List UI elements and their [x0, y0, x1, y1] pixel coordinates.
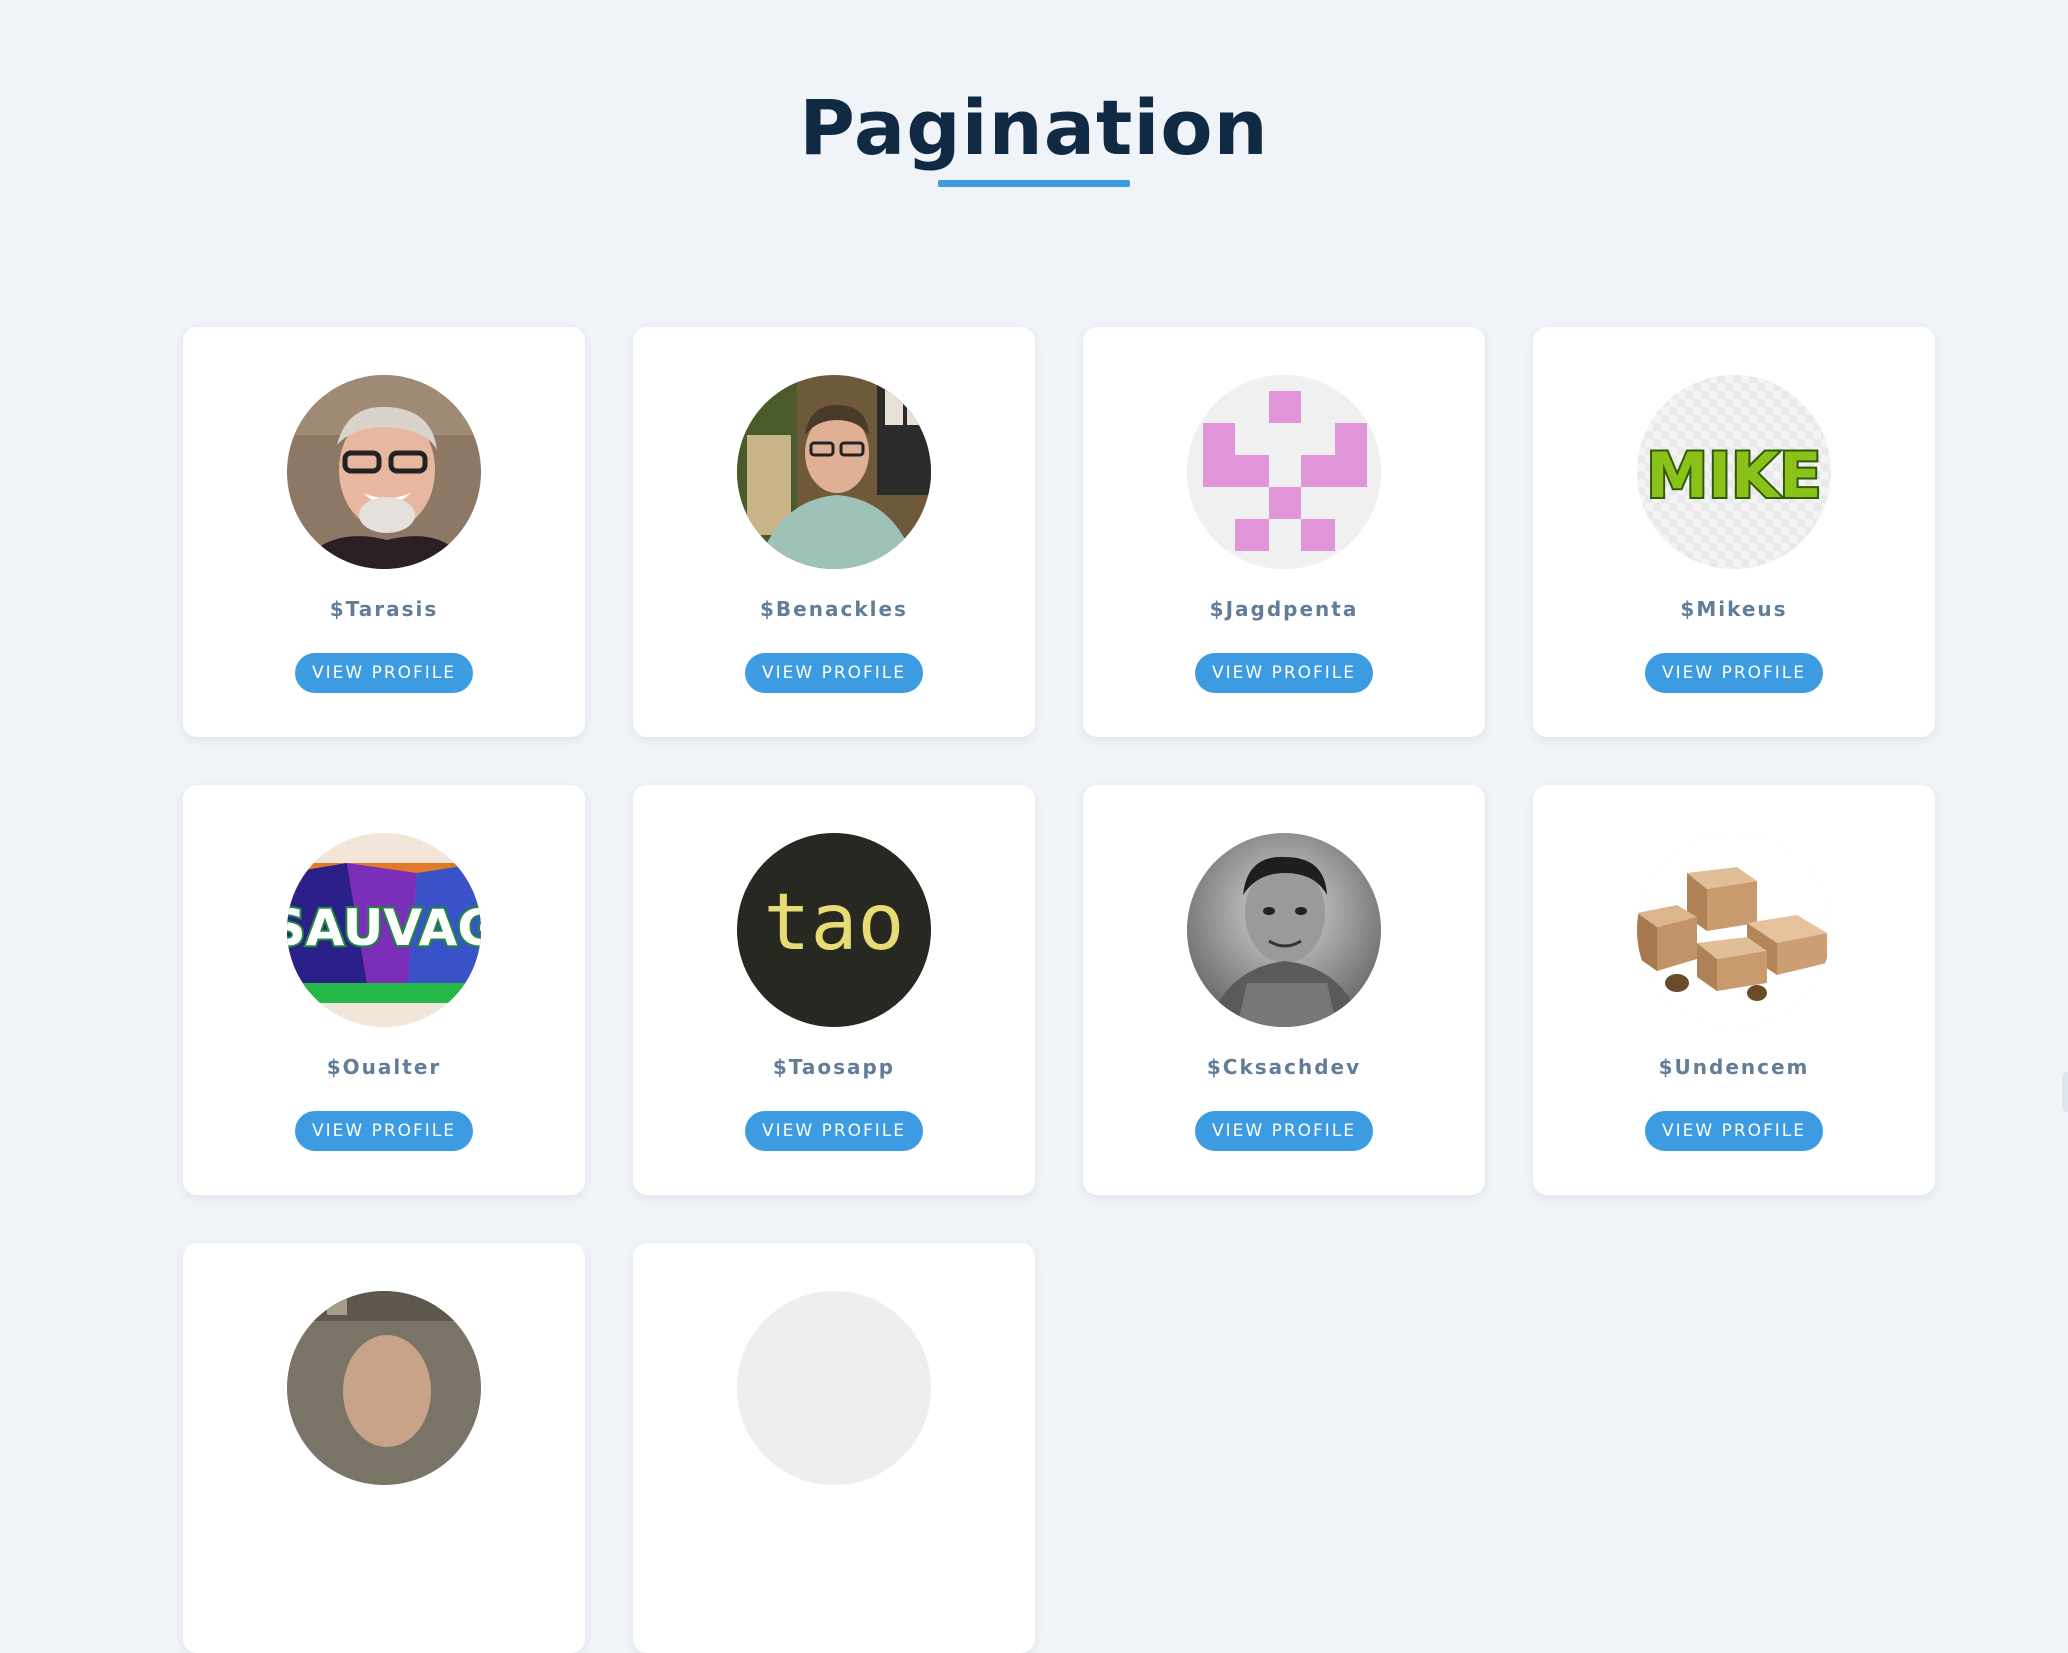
profile-card: tao $Taosapp VIEW PROFILE	[633, 785, 1035, 1195]
sauvag-graffiti-icon: SAUVAG	[287, 833, 481, 1027]
cardboard-boxes-icon	[1637, 833, 1831, 1027]
tao-text-logo-icon: tao	[737, 833, 931, 1027]
profile-card: $Undencem VIEW PROFILE	[1533, 785, 1935, 1195]
avatar	[1187, 375, 1381, 569]
profile-card: $Cksachdev VIEW PROFILE	[1083, 785, 1485, 1195]
profile-card	[183, 1243, 585, 1653]
page-header: Pagination	[0, 78, 2068, 187]
avatar	[287, 375, 481, 569]
mike-text-logo-icon: MIKE	[1637, 375, 1831, 569]
avatar: SAUVAG	[287, 833, 481, 1027]
view-profile-button[interactable]: VIEW PROFILE	[1195, 1111, 1373, 1151]
profile-card: MIKE $Mikeus VIEW PROFILE	[1533, 327, 1935, 737]
portrait-man-office-icon	[737, 375, 931, 569]
profile-grid: $Tarasis VIEW PROFILE $Benackles VIEW PR…	[183, 327, 1937, 1653]
view-profile-button[interactable]: VIEW PROFILE	[745, 1111, 923, 1151]
mike-logo-text: MIKE	[1646, 439, 1821, 512]
avatar	[287, 1291, 481, 1485]
portrait-man-grayscale-icon	[1187, 833, 1381, 1027]
view-profile-button[interactable]: VIEW PROFILE	[1645, 653, 1823, 693]
portrait-smiling-man-glasses-icon	[287, 375, 481, 569]
profile-card	[633, 1243, 1035, 1653]
view-profile-button[interactable]: VIEW PROFILE	[1195, 653, 1373, 693]
profile-card: $Jagdpenta VIEW PROFILE	[1083, 327, 1485, 737]
username: $Undencem	[1658, 1055, 1810, 1079]
view-profile-button[interactable]: VIEW PROFILE	[745, 653, 923, 693]
view-profile-button[interactable]: VIEW PROFILE	[295, 653, 473, 693]
username: $Jagdpenta	[1209, 597, 1359, 621]
username: $Taosapp	[772, 1055, 896, 1079]
view-profile-button[interactable]: VIEW PROFILE	[1645, 1111, 1823, 1151]
username: $Mikeus	[1680, 597, 1788, 621]
pink-identicon-icon	[1187, 375, 1381, 569]
avatar	[1637, 833, 1831, 1027]
portrait-partial-icon	[287, 1291, 481, 1485]
view-profile-button[interactable]: VIEW PROFILE	[295, 1111, 473, 1151]
profile-card: $Tarasis VIEW PROFILE	[183, 327, 585, 737]
avatar	[1187, 833, 1381, 1027]
avatar	[737, 1291, 931, 1485]
scrollbar-thumb[interactable]	[2062, 1072, 2068, 1112]
username: $Cksachdev	[1206, 1055, 1362, 1079]
avatar: MIKE	[1637, 375, 1831, 569]
sauvag-logo-text: SAUVAG	[287, 899, 481, 957]
avatar: tao	[737, 833, 931, 1027]
page-title: Pagination	[799, 83, 1269, 172]
username: $Oualter	[326, 1055, 442, 1079]
avatar	[737, 375, 931, 569]
tao-logo-text: tao	[764, 878, 905, 968]
profile-card: SAUVAG $Oualter VIEW PROFILE	[183, 785, 585, 1195]
profile-card: $Benackles VIEW PROFILE	[633, 327, 1035, 737]
title-underline	[938, 180, 1130, 187]
username: $Benackles	[760, 597, 908, 621]
blank-avatar-icon	[737, 1291, 931, 1485]
username: $Tarasis	[329, 597, 439, 621]
